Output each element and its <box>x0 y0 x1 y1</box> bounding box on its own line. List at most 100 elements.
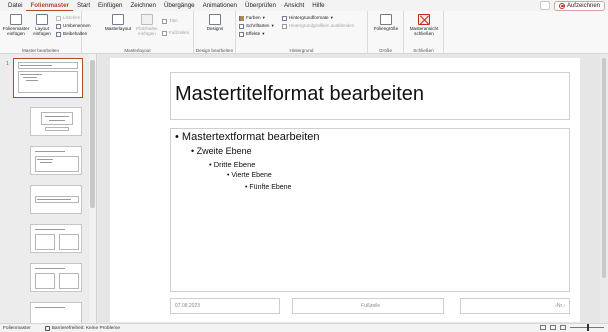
slide-sorter-icon[interactable] <box>550 325 556 330</box>
accessibility-status[interactable]: Barrierefreiheit: Keine Probleme <box>52 326 120 331</box>
insert-placeholder-button[interactable]: Platzhalter einfügen <box>134 14 160 36</box>
group-design: Designs Design bearbeiten <box>194 11 236 54</box>
tab-animationen[interactable]: Animationen <box>199 0 241 11</box>
group-background: Farben ▾ Schriftarten ▾ Effekte ▾ Hinter… <box>236 11 368 54</box>
checkbox-icon <box>162 30 167 36</box>
thumb-body-box <box>59 273 79 289</box>
thumb-body-box <box>35 273 55 289</box>
tab-ansicht[interactable]: Ansicht <box>280 0 308 11</box>
fonts-icon <box>239 23 244 29</box>
group-label-close: Schließen <box>413 48 434 53</box>
record-label: Aufzeichnen <box>566 2 600 9</box>
thumb-title-line <box>35 268 65 269</box>
slide-canvas: Mastertitelformat bearbeiten • Mastertex… <box>110 58 580 322</box>
thumb-title-line <box>35 229 65 230</box>
title-placeholder[interactable]: Mastertitelformat bearbeiten <box>170 72 570 120</box>
bullet-level-3: • Dritte Ebene <box>209 160 256 169</box>
delete-button[interactable]: Löschen <box>56 15 80 21</box>
comments-icon[interactable] <box>539 1 550 10</box>
thumbnail-layout-content[interactable] <box>30 146 82 175</box>
thumb-bullet-line <box>23 77 37 78</box>
tab-uebergaenge[interactable]: Übergänge <box>160 0 199 11</box>
menu-bar: Datei Folienmaster Start Einfügen Zeichn… <box>0 0 608 11</box>
status-bar: Folienmaster Barrierefreiheit: Keine Pro… <box>0 323 608 332</box>
thumb-body-box <box>59 234 79 250</box>
bullet-level-2: • Zweite Ebene <box>191 146 252 156</box>
thumbnail-scrollbar-thumb[interactable] <box>90 60 95 208</box>
normal-view-icon[interactable] <box>540 325 546 330</box>
slide-number-placeholder[interactable]: ‹Nr.› <box>460 298 570 314</box>
thumb-bullet-line <box>26 80 38 81</box>
colors-dropdown[interactable]: Farben ▾ <box>239 15 265 21</box>
slide-number: 1 <box>6 61 9 67</box>
thumbnail-layout-comparison[interactable] <box>30 263 82 292</box>
bullet-level-4: • Vierte Ebene <box>227 172 272 179</box>
thumb-title-line <box>49 120 65 121</box>
tab-folienmaster[interactable]: Folienmaster <box>26 0 73 11</box>
chevron-down-icon: ▾ <box>271 23 274 28</box>
tab-hilfe[interactable]: Hilfe <box>308 0 328 11</box>
designs-button[interactable]: Designs <box>204 14 226 31</box>
chevron-down-icon: ▾ <box>330 15 333 20</box>
zoom-slider[interactable] <box>570 324 604 331</box>
rename-icon <box>56 23 61 29</box>
placeholder-icon <box>141 14 153 25</box>
thumbnail-layout-two-content[interactable] <box>30 224 82 253</box>
footers-checkbox[interactable]: Fußzeilen <box>162 30 189 36</box>
ribbon: Folienmaster einfügen Layout einfügen Lö… <box>0 11 608 54</box>
reading-view-icon[interactable] <box>560 325 566 330</box>
thumb-title-line <box>37 199 71 200</box>
date-placeholder[interactable]: 07.08.2023 <box>170 298 280 314</box>
delete-icon <box>56 15 61 21</box>
fonts-dropdown[interactable]: Schriftarten ▾ <box>239 23 274 29</box>
tab-datei[interactable]: Datei <box>4 0 26 11</box>
editor-scrollbar[interactable] <box>600 54 608 323</box>
footer-slide-number: ‹Nr.› <box>555 303 565 309</box>
thumb-title-line <box>45 116 69 117</box>
masterlayout-button[interactable]: Masterlayout <box>102 14 134 31</box>
checkbox-icon <box>282 23 287 29</box>
editor-scrollbar-thumb[interactable] <box>602 58 606 278</box>
record-button[interactable]: Aufzeichnen <box>553 0 605 11</box>
footer-date: 07.08.2023 <box>175 303 201 309</box>
effects-dropdown[interactable]: Effekte ▾ <box>239 31 265 37</box>
slide-master-icon <box>10 14 22 25</box>
close-master-view-button[interactable]: Masteransicht schließen <box>407 14 441 36</box>
thumbnail-pane: 1 <box>0 54 97 323</box>
thumbnail-layout-title-only[interactable] <box>30 302 82 323</box>
group-label-background: Hintergrund <box>289 48 314 53</box>
group-label-master-edit: Master bearbeiten <box>21 48 60 53</box>
tab-zeichnen[interactable]: Zeichnen <box>126 0 159 11</box>
layout-icon <box>36 14 48 25</box>
hide-background-checkbox[interactable]: Hintergrundgrafiken ausblenden <box>282 23 354 29</box>
thumbnail-layout-section[interactable] <box>30 185 82 214</box>
slide-size-button[interactable]: Foliengröße <box>371 14 401 31</box>
footer-placeholder[interactable]: Fußzeile <box>292 298 444 314</box>
record-icon <box>558 2 565 9</box>
zoom-slider-knob[interactable] <box>587 324 589 331</box>
tab-ueberpruefen[interactable]: Überprüfen <box>241 0 280 11</box>
slide-size-icon <box>380 14 392 25</box>
insert-master-button[interactable]: Folienmaster einfügen <box>2 14 30 36</box>
slide-editing-area: Mastertitelformat bearbeiten • Mastertex… <box>98 54 608 323</box>
thumbnail-master[interactable] <box>13 58 83 98</box>
thumbnail-layout-title[interactable] <box>30 107 82 136</box>
title-checkbox[interactable]: Titel <box>162 18 178 24</box>
chevron-down-icon: ▾ <box>262 31 265 36</box>
menu-right-controls: Aufzeichnen <box>539 0 605 11</box>
colors-icon <box>239 15 244 21</box>
status-right-controls <box>540 324 604 331</box>
thumb-subtitle-box <box>45 127 69 131</box>
insert-layout-button[interactable]: Layout einfügen <box>31 14 53 36</box>
thumb-title-line <box>35 151 65 152</box>
group-label-size: Größe <box>378 48 393 53</box>
group-label-design: Design bearbeiten <box>195 48 234 53</box>
thumb-title-line <box>20 65 52 66</box>
tab-einfuegen[interactable]: Einfügen <box>94 0 126 11</box>
thumb-bullet-line <box>37 159 53 160</box>
thumb-body-box <box>35 234 55 250</box>
thumb-bullet-line <box>40 162 52 163</box>
body-placeholder[interactable]: • Mastertextformat bearbeiten • Zweite E… <box>170 128 570 292</box>
background-styles-dropdown[interactable]: Hintergrundformate ▾ <box>282 15 333 21</box>
tab-start[interactable]: Start <box>73 0 94 11</box>
